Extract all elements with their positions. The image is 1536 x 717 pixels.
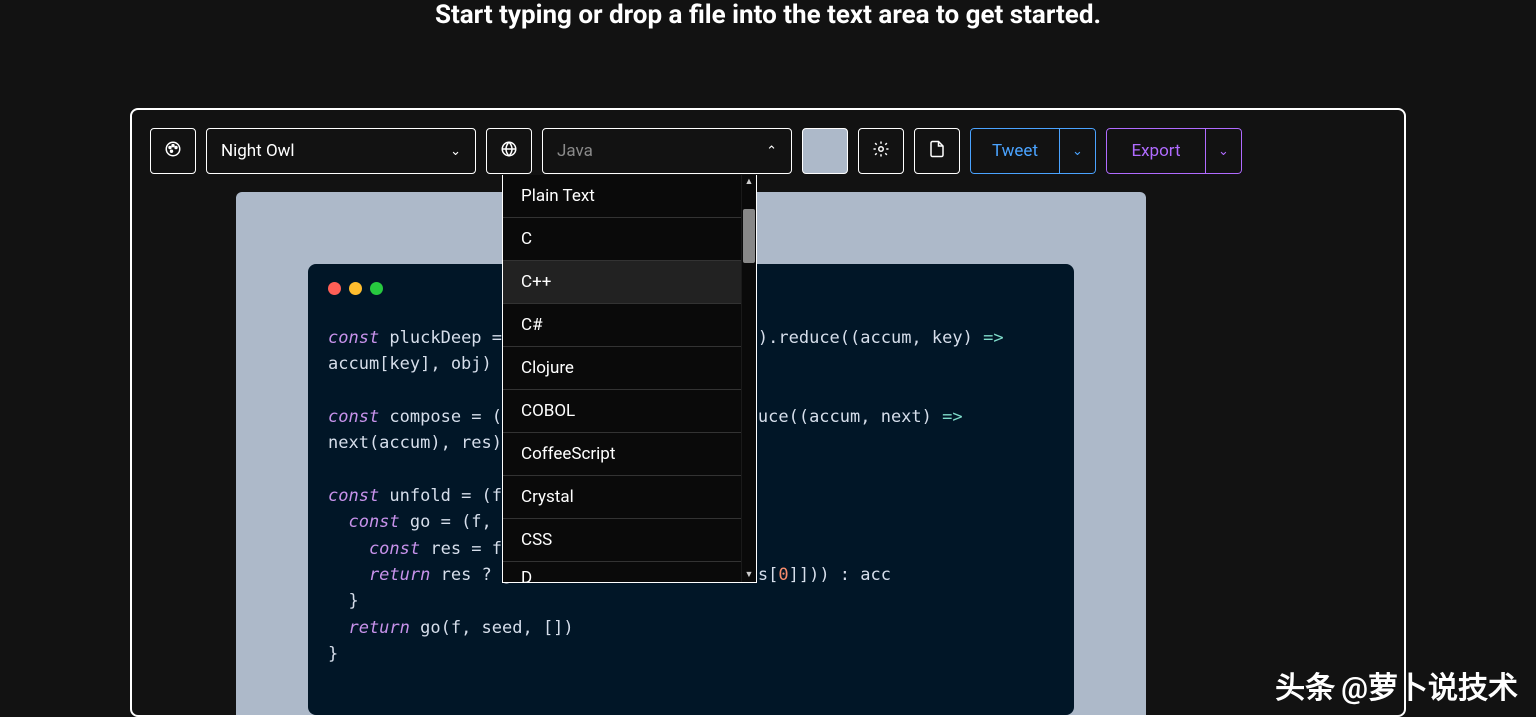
language-option[interactable]: COBOL: [503, 390, 741, 433]
language-dropdown: Plain Text C C++ C# Clojure COBOL Coffee…: [502, 175, 757, 583]
chevron-down-icon: ⌄: [1072, 144, 1083, 159]
export-label: Export: [1131, 141, 1180, 161]
page-headline: Start typing or drop a file into the tex…: [0, 0, 1536, 30]
globe-icon: [500, 140, 518, 162]
tweet-label: Tweet: [992, 141, 1038, 161]
export-button-group: Export ⌄: [1106, 128, 1242, 174]
watermark: 头条 @萝卜说技术: [1275, 663, 1518, 707]
palette-icon: [164, 140, 182, 162]
language-option[interactable]: C: [503, 218, 741, 261]
language-icon-button[interactable]: [486, 128, 532, 174]
chevron-down-icon: ⌄: [450, 144, 461, 159]
editor-frame: Night Owl ⌄ Java ⌃: [130, 108, 1406, 717]
language-option[interactable]: CSS: [503, 519, 741, 562]
export-dropdown-toggle[interactable]: ⌄: [1206, 128, 1242, 174]
scroll-down-arrow-icon: ▼: [742, 568, 756, 582]
settings-button[interactable]: [858, 128, 904, 174]
scroll-up-arrow-icon: ▲: [742, 175, 756, 189]
minimize-dot-icon: [349, 282, 362, 295]
language-option[interactable]: C#: [503, 304, 741, 347]
watermark-brand: 头条: [1275, 663, 1335, 707]
theme-select-label: Night Owl: [221, 141, 295, 161]
language-select-label: Java: [557, 141, 593, 161]
maximize-dot-icon: [370, 282, 383, 295]
theme-select[interactable]: Night Owl ⌄: [206, 128, 476, 174]
gear-icon: [872, 140, 890, 162]
theme-icon-button[interactable]: [150, 128, 196, 174]
close-dot-icon: [328, 282, 341, 295]
chevron-up-icon: ⌃: [766, 144, 777, 159]
tweet-button[interactable]: Tweet: [970, 128, 1060, 174]
language-option[interactable]: D: [503, 562, 741, 582]
language-select[interactable]: Java ⌃: [542, 128, 792, 174]
tweet-button-group: Tweet ⌄: [970, 128, 1096, 174]
tweet-dropdown-toggle[interactable]: ⌄: [1060, 128, 1096, 174]
copy-button[interactable]: [914, 128, 960, 174]
language-option[interactable]: Crystal: [503, 476, 741, 519]
language-option[interactable]: CoffeeScript: [503, 433, 741, 476]
watermark-handle: @萝卜说技术: [1341, 663, 1518, 707]
language-option[interactable]: Clojure: [503, 347, 741, 390]
file-icon: [928, 140, 946, 162]
export-button[interactable]: Export: [1106, 128, 1206, 174]
background-color-swatch[interactable]: [802, 128, 848, 174]
chevron-down-icon: ⌄: [1218, 144, 1229, 159]
language-dropdown-list: Plain Text C C++ C# Clojure COBOL Coffee…: [503, 175, 741, 582]
language-option[interactable]: C++: [503, 261, 741, 304]
scrollbar-thumb[interactable]: [743, 209, 755, 263]
dropdown-scrollbar[interactable]: ▲ ▼: [741, 175, 756, 582]
language-option[interactable]: Plain Text: [503, 175, 741, 218]
toolbar: Night Owl ⌄ Java ⌃: [150, 128, 1386, 174]
